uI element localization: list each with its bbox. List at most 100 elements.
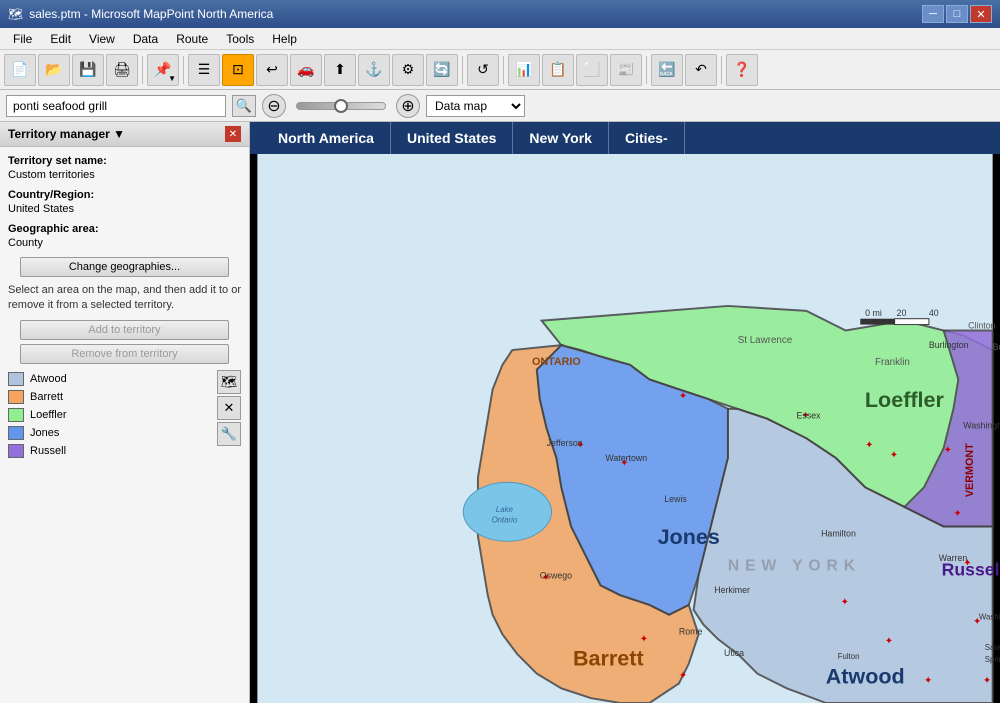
svg-text:Washington: Washington	[979, 613, 1000, 622]
minimize-button[interactable]: ─	[922, 5, 944, 23]
territory-set-section: Territory set name: Custom territories	[8, 155, 241, 181]
remove-from-territory-button[interactable]: Remove from territory	[20, 344, 230, 364]
svg-text:✦: ✦	[983, 675, 991, 686]
legend-color-barrett	[8, 390, 24, 404]
chart-button[interactable]: 📊	[508, 54, 540, 86]
svg-text:✦: ✦	[841, 597, 849, 608]
map-svg: ✦ ✦ ✦ ✦ ✦ ✦ ✦ ✦ ✦ ✦ ✦ ✦ ✦ ✦ ✦ ✦ ✦	[250, 154, 1000, 703]
svg-text:✦: ✦	[679, 670, 687, 681]
pushpin-button[interactable]: 📌 ▼	[147, 54, 179, 86]
tools-column: 🗺 ✕ 🔧	[217, 370, 241, 460]
remove-tool-button[interactable]: ✕	[217, 396, 241, 420]
help-button[interactable]: ❓	[726, 54, 758, 86]
svg-text:Hamilton: Hamilton	[821, 528, 856, 538]
title-bar: 🗺 sales.ptm - Microsoft MapPoint North A…	[0, 0, 1000, 28]
svg-text:40: 40	[929, 308, 939, 318]
menu-view[interactable]: View	[80, 29, 124, 49]
map-canvas[interactable]: ✦ ✦ ✦ ✦ ✦ ✦ ✦ ✦ ✦ ✦ ✦ ✦ ✦ ✦ ✦ ✦ ✦	[250, 154, 1000, 703]
legend-label-jones: Jones	[30, 427, 59, 439]
legend-item-jones[interactable]: Jones	[8, 424, 213, 442]
legend-item-atwood[interactable]: Atwood	[8, 370, 213, 388]
menu-data[interactable]: Data	[124, 29, 167, 49]
change-geographies-button[interactable]: Change geographies...	[20, 257, 230, 277]
svg-text:Saratoga: Saratoga	[985, 643, 1000, 652]
zoom-thumb	[334, 99, 348, 113]
toolbar-sep-6	[721, 56, 722, 84]
drive-button[interactable]: 🚗	[290, 54, 322, 86]
svg-text:Clinton: Clinton	[968, 321, 996, 331]
legend-color-jones	[8, 426, 24, 440]
svg-text:Utica: Utica	[724, 648, 744, 658]
search-button[interactable]: 🔍	[232, 95, 256, 117]
map-type-select[interactable]: Data map Road map Political map	[426, 95, 525, 117]
menu-help[interactable]: Help	[263, 29, 306, 49]
breadcrumb-item-1[interactable]: United States	[391, 122, 513, 154]
zoom-slider[interactable]	[296, 102, 386, 110]
main-content: Territory manager ▼ ✕ Territory set name…	[0, 122, 1000, 703]
toolbar-sep-5	[646, 56, 647, 84]
svg-text:Ontario: Ontario	[492, 516, 518, 525]
map-tool-button[interactable]: 🗺	[217, 370, 241, 394]
open-button[interactable]: 📂	[38, 54, 70, 86]
left-panel: Territory manager ▼ ✕ Territory set name…	[0, 122, 250, 703]
undo-button[interactable]: ↺	[467, 54, 499, 86]
north-button[interactable]: ⬆	[324, 54, 356, 86]
svg-text:✦: ✦	[924, 675, 932, 686]
zoom-in-button[interactable]: ⊕	[396, 94, 420, 118]
svg-text:✦: ✦	[944, 445, 952, 456]
legend-item-loeffler[interactable]: Loeffler	[8, 406, 213, 424]
svg-text:Burlington: Burlington	[993, 342, 1000, 352]
svg-text:Lewis: Lewis	[664, 494, 687, 504]
svg-text:VERMONT: VERMONT	[964, 443, 976, 497]
svg-text:Warren: Warren	[939, 553, 968, 563]
back-button[interactable]: 🔙	[651, 54, 683, 86]
legend-label-russell: Russell	[30, 445, 66, 457]
menu-route[interactable]: Route	[167, 29, 217, 49]
add-to-territory-button[interactable]: Add to territory	[20, 320, 230, 340]
svg-text:Atwood: Atwood	[826, 663, 905, 688]
breadcrumb-item-2[interactable]: New York	[513, 122, 609, 154]
toolbar: 📄 📂 💾 🖨 📌 ▼ ☰ ⊡ ↩ 🚗 ⬆ ⚓ ⚙ 🔄 ↺ 📊 📋 ⬜ 📰 🔙 …	[0, 50, 1000, 90]
svg-text:Oswego: Oswego	[540, 570, 572, 580]
route-button[interactable]: ↩	[256, 54, 288, 86]
svg-text:Essex: Essex	[797, 411, 822, 421]
legend-label-atwood: Atwood	[30, 373, 67, 385]
svg-text:Barrett: Barrett	[573, 646, 644, 671]
menu-tools[interactable]: Tools	[217, 29, 263, 49]
toolbar-sep-2	[183, 56, 184, 84]
rect-button[interactable]: ⬜	[576, 54, 608, 86]
panel-close-button[interactable]: ✕	[225, 126, 241, 142]
menu-file[interactable]: File	[4, 29, 41, 49]
legend-item-russell[interactable]: Russell	[8, 442, 213, 460]
svg-text:Springs: Springs	[985, 655, 1000, 664]
svg-text:Franklin: Franklin	[875, 357, 910, 368]
globe-button[interactable]: 🔄	[426, 54, 458, 86]
panel-title[interactable]: Territory manager ▼	[8, 127, 125, 141]
settings-tool-button[interactable]: 🔧	[217, 422, 241, 446]
breadcrumb-item-3[interactable]: Cities-	[609, 122, 685, 154]
geo-area-section: Geographic area: County	[8, 223, 241, 249]
print-button[interactable]: 🖨	[106, 54, 138, 86]
zoom-out-button[interactable]: ⊖	[262, 94, 286, 118]
search-input[interactable]	[6, 95, 226, 117]
svg-text:NEW YORK: NEW YORK	[728, 558, 861, 575]
svg-text:Washington: Washington	[963, 421, 1000, 431]
maximize-button[interactable]: □	[946, 5, 968, 23]
settings-button[interactable]: ⚙	[392, 54, 424, 86]
table-button[interactable]: 📋	[542, 54, 574, 86]
history-button[interactable]: ↶	[685, 54, 717, 86]
menu-edit[interactable]: Edit	[41, 29, 80, 49]
breadcrumb-bar: North AmericaUnited StatesNew YorkCities…	[250, 122, 1000, 154]
svg-text:20: 20	[897, 308, 907, 318]
svg-text:✦: ✦	[640, 634, 648, 645]
new-button[interactable]: 📄	[4, 54, 36, 86]
template-button[interactable]: 📰	[610, 54, 642, 86]
close-button[interactable]: ✕	[970, 5, 992, 23]
list-button[interactable]: ☰	[188, 54, 220, 86]
breadcrumb-item-0[interactable]: North America	[262, 122, 391, 154]
legend-item-barrett[interactable]: Barrett	[8, 388, 213, 406]
territory-button[interactable]: ⊡	[222, 54, 254, 86]
save-button[interactable]: 💾	[72, 54, 104, 86]
toolbar-sep-4	[503, 56, 504, 84]
anchor-button[interactable]: ⚓	[358, 54, 390, 86]
